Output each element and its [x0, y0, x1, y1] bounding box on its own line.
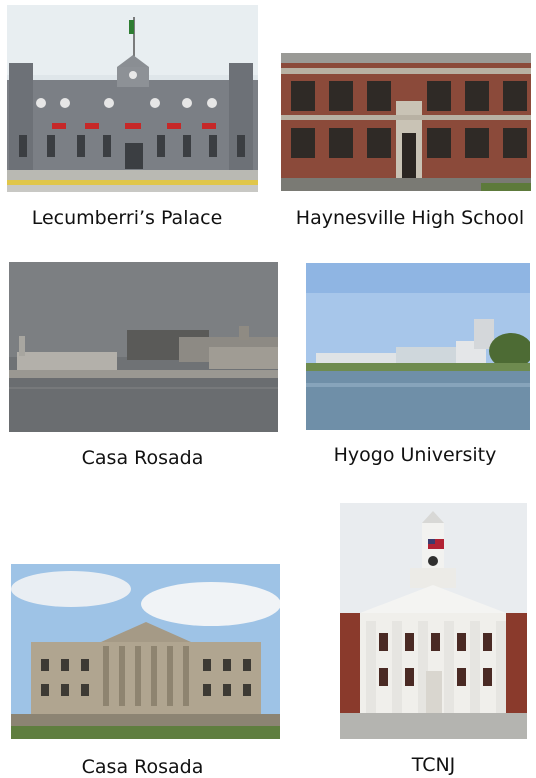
photo-casa-rosada-mansion: [11, 564, 280, 739]
caption-casa-rosada-2: Casa Rosada: [81, 756, 204, 778]
photo-haynesville-high-school: [281, 53, 531, 191]
caption-casa-rosada-1: Casa Rosada: [81, 447, 204, 469]
photo-casa-rosada-sepia: [9, 262, 278, 432]
caption-tcnj: TCNJ: [411, 754, 456, 776]
photo-hyogo-university: [306, 263, 530, 430]
photo-lecumberri-palace: [7, 5, 258, 192]
photo-tcnj: [340, 503, 527, 739]
caption-hyogo-university: Hyogo University: [333, 444, 497, 466]
caption-lecumberri-palace: Lecumberri’s Palace: [31, 207, 223, 229]
caption-haynesville-high-school: Haynesville High School: [295, 207, 525, 229]
